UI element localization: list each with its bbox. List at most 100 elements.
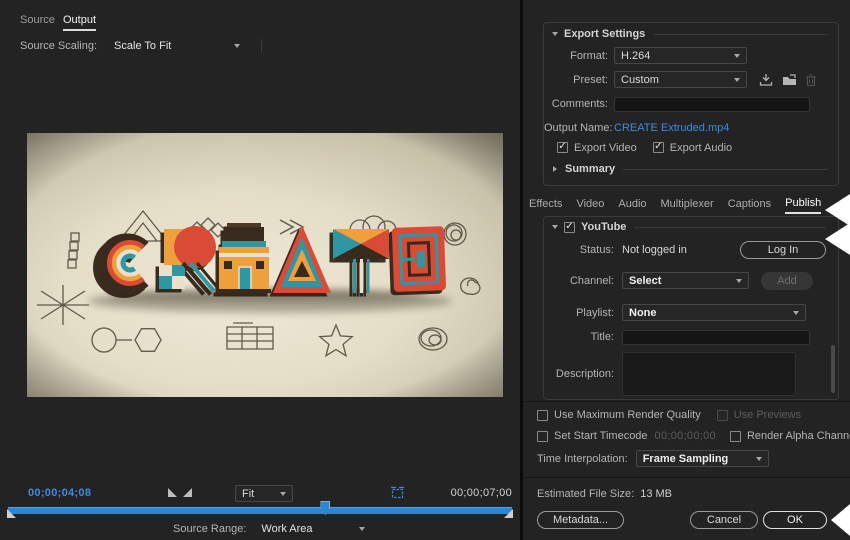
preset-value: Custom (621, 74, 659, 86)
annotation-arrow (825, 223, 850, 255)
tab-video[interactable]: Video (576, 198, 604, 213)
header-rule (623, 169, 828, 170)
source-range-label: Source Range: (173, 523, 246, 535)
export-settings-group: Export Settings Format: H.264 Preset: Cu… (543, 22, 839, 186)
time-interpolation-label: Time Interpolation: (537, 453, 628, 465)
annotation-arrow (831, 504, 850, 536)
delete-preset-icon (806, 74, 816, 86)
format-value: H.264 (621, 50, 650, 62)
set-in-point-icon[interactable] (168, 488, 177, 497)
chevron-down-icon[interactable] (552, 225, 558, 229)
description-input[interactable] (622, 352, 796, 396)
summary-label: Summary (565, 163, 615, 175)
tab-captions[interactable]: Captions (728, 198, 771, 213)
metadata-button[interactable]: Metadata... (537, 511, 624, 529)
playlist-dropdown[interactable]: None (622, 304, 806, 321)
tab-output[interactable]: Output (63, 14, 96, 31)
set-out-point-icon[interactable] (183, 488, 192, 497)
zoom-level-dropdown[interactable]: Fit (235, 485, 293, 502)
set-start-timecode-checkbox[interactable] (537, 431, 548, 442)
start-timecode-value: 00;00;00;00 (655, 430, 716, 442)
tab-multiplexer[interactable]: Multiplexer (661, 198, 714, 213)
use-max-render-quality-checkbox[interactable] (537, 410, 548, 421)
tab-publish[interactable]: Publish (785, 197, 821, 214)
timeline-bar[interactable] (8, 507, 512, 514)
use-previews-checkbox (717, 410, 728, 421)
chevron-down-icon (736, 279, 742, 283)
export-video-label: Export Video (574, 142, 637, 154)
estimated-file-size-value: 13 MB (640, 488, 672, 500)
chevron-down-icon (756, 457, 762, 461)
timeline[interactable] (8, 504, 512, 518)
cancel-button[interactable]: Cancel (690, 511, 758, 529)
chevron-down-icon (734, 78, 740, 82)
estimated-file-size-label: Estimated File Size: (537, 488, 634, 500)
chevron-right-icon[interactable] (553, 166, 557, 172)
youtube-label: YouTube (581, 221, 626, 233)
use-previews-label: Use Previews (734, 409, 801, 421)
tab-audio[interactable]: Audio (618, 198, 646, 213)
title-input[interactable] (622, 330, 810, 345)
header-rule (653, 34, 828, 35)
status-value: Not logged in (622, 244, 687, 256)
source-scaling-dropdown[interactable]: Scale To Fit (107, 38, 247, 55)
settings-panel: Export Settings Format: H.264 Preset: Cu… (523, 0, 850, 540)
comments-input[interactable] (614, 97, 810, 112)
current-timecode[interactable]: 00;00;04;08 (28, 487, 91, 499)
time-interpolation-value: Frame Sampling (643, 453, 729, 465)
source-scaling-value: Scale To Fit (114, 40, 171, 52)
comments-label: Comments: (544, 98, 608, 110)
settings-tabs: Effects Video Audio Multiplexer Captions… (529, 197, 821, 214)
tab-source[interactable]: Source (20, 14, 55, 29)
channel-label: Channel: (544, 275, 614, 287)
export-settings-title: Export Settings (564, 28, 645, 40)
status-label: Status: (544, 244, 614, 256)
source-scaling-label: Source Scaling: (20, 40, 97, 52)
preset-label: Preset: (544, 74, 608, 86)
duration-timecode: 00;00;07;00 (451, 487, 512, 499)
title-label: Title: (544, 331, 614, 343)
output-name-label: Output Name: (544, 122, 608, 134)
youtube-publish-group: YouTube Status: Not logged in Log In Cha… (543, 216, 839, 400)
set-start-timecode-label: Set Start Timecode (554, 430, 648, 442)
source-range-dropdown[interactable]: Work Area (254, 521, 372, 538)
description-label: Description: (544, 368, 614, 380)
export-audio-checkbox[interactable] (653, 142, 664, 153)
chevron-down-icon (280, 492, 286, 496)
render-alpha-checkbox[interactable] (730, 431, 741, 442)
create-artwork (27, 133, 503, 397)
chevron-down-icon (734, 54, 740, 58)
channel-value: Select (629, 275, 661, 287)
youtube-checkbox[interactable] (564, 222, 575, 233)
output-name-link[interactable]: CREATE Extruded.mp4 (614, 122, 729, 134)
export-audio-label: Export Audio (670, 142, 732, 154)
section-divider (523, 401, 850, 402)
playlist-label: Playlist: (544, 307, 614, 319)
channel-dropdown[interactable]: Select (622, 272, 749, 289)
chevron-down-icon[interactable] (552, 32, 558, 36)
add-channel-button: Add (761, 272, 813, 290)
preset-dropdown[interactable]: Custom (614, 71, 747, 88)
export-settings-window: Source Output Source Scaling: Scale To F… (0, 0, 850, 540)
chevron-down-icon (793, 311, 799, 315)
header-rule (634, 227, 826, 228)
log-in-button[interactable]: Log In (740, 241, 826, 259)
format-dropdown[interactable]: H.264 (614, 47, 747, 64)
chevron-down-icon (359, 527, 365, 531)
playlist-value: None (629, 307, 657, 319)
scrollbar[interactable] (831, 345, 835, 393)
import-preset-icon[interactable] (782, 74, 797, 86)
preview-panel: Source Output Source Scaling: Scale To F… (0, 0, 520, 540)
export-video-checkbox[interactable] (557, 142, 568, 153)
preview-image: CREATE (27, 133, 503, 397)
source-range-value: Work Area (261, 523, 312, 535)
time-interpolation-dropdown[interactable]: Frame Sampling (636, 450, 769, 467)
format-label: Format: (544, 50, 608, 62)
annotation-arrow (825, 194, 850, 226)
zoom-level-value: Fit (242, 488, 254, 500)
ok-button[interactable]: OK (763, 511, 827, 529)
crop-icon[interactable] (390, 486, 405, 500)
tab-effects[interactable]: Effects (529, 198, 562, 213)
chevron-down-icon (234, 44, 240, 48)
save-preset-icon[interactable] (759, 74, 773, 86)
